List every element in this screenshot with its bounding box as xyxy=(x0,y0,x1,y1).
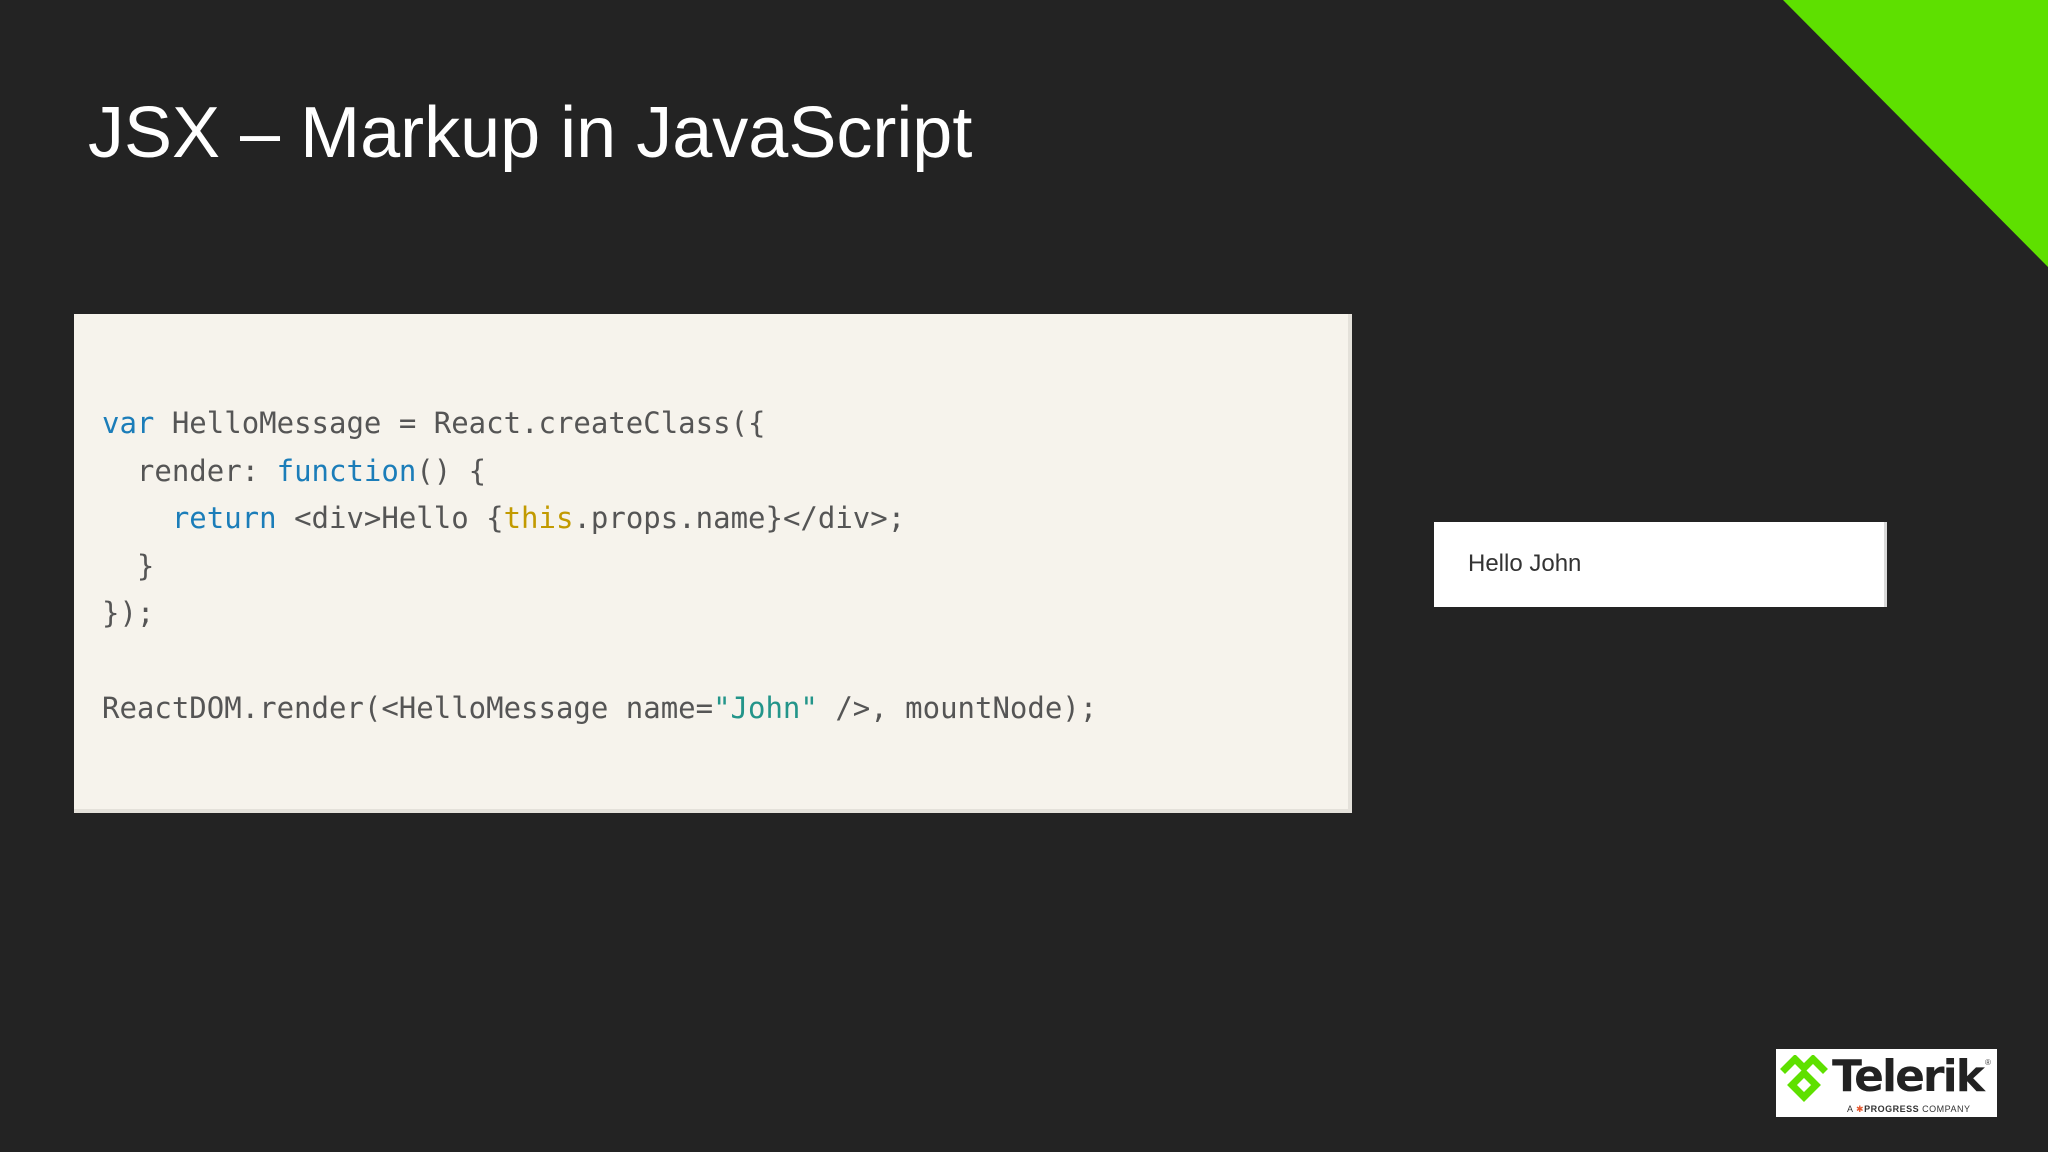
code-token: function xyxy=(276,453,417,488)
telerik-logo-icon xyxy=(1780,1055,1828,1102)
corner-triangle xyxy=(1783,0,2048,267)
code-token: () { xyxy=(416,453,487,488)
code-token: HelloMessage = React.createClass({ xyxy=(154,406,766,440)
code-token: }); xyxy=(102,596,155,630)
rendered-output-text: Hello John xyxy=(1468,550,1582,577)
logo-tagline-suffix: COMPANY xyxy=(1922,1104,1971,1114)
logo-trademark: ® xyxy=(1985,1058,1991,1067)
logo-tagline: A ✱PROGRESS COMPANY xyxy=(1847,1104,1970,1114)
rendered-output-box: Hello John xyxy=(1434,522,1887,607)
code-line: render: function() { xyxy=(102,454,486,488)
code-line: } xyxy=(102,549,154,583)
code-block: var HelloMessage = React.createClass({ r… xyxy=(102,400,1097,733)
code-panel: var HelloMessage = React.createClass({ r… xyxy=(74,314,1352,813)
code-line: }); xyxy=(102,596,154,630)
logo-tagline-prefix: A xyxy=(1847,1104,1854,1114)
logo-tagline-brand: PROGRESS xyxy=(1864,1104,1920,1114)
code-token: "John" xyxy=(713,691,818,725)
code-token: var xyxy=(102,406,155,440)
code-token: render: xyxy=(102,453,277,488)
slide-title: JSX – Markup in JavaScript xyxy=(88,93,973,173)
code-line: ReactDOM.render(<HelloMessage name="John… xyxy=(102,691,1097,725)
code-token: return xyxy=(171,501,277,535)
code-token: <div>Hello { xyxy=(276,501,504,535)
code-token: ReactDOM.render(<HelloMessage name= xyxy=(102,691,714,725)
logo-wordmark: Telerik xyxy=(1832,1051,1985,1102)
code-token: />, mountNode); xyxy=(817,691,1098,725)
telerik-logo: Telerik ® A ✱PROGRESS COMPANY xyxy=(1776,1049,1997,1117)
code-line: return <div>Hello {this.props.name}</div… xyxy=(102,501,905,535)
code-token: this xyxy=(503,501,574,535)
code-line: var HelloMessage = React.createClass({ xyxy=(102,406,765,440)
code-token: .props.name}</div>; xyxy=(573,501,906,535)
code-token: } xyxy=(102,548,155,583)
progress-spark-icon: ✱ xyxy=(1856,1104,1865,1114)
